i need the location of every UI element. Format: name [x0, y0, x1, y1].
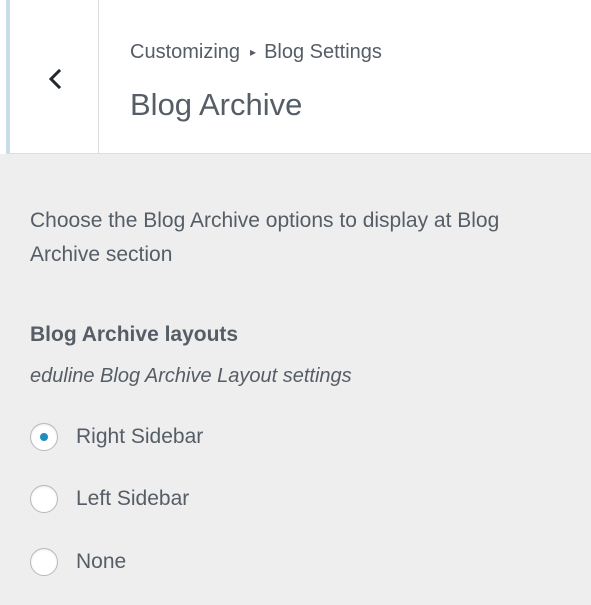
breadcrumb: Customizing ▸ Blog Settings — [130, 40, 382, 64]
chevron-left-icon — [48, 68, 62, 90]
radio-button-left-sidebar[interactable] — [30, 485, 58, 513]
back-button[interactable] — [6, 0, 99, 153]
radio-option-right-sidebar[interactable]: Right Sidebar — [30, 420, 203, 454]
breadcrumb-separator-icon: ▸ — [250, 45, 257, 59]
radio-option-left-sidebar[interactable]: Left Sidebar — [30, 482, 189, 516]
radio-label-right-sidebar: Right Sidebar — [76, 425, 204, 448]
radio-button-right-sidebar[interactable] — [30, 423, 58, 451]
breadcrumb-section: Blog Settings — [264, 41, 382, 63]
control-description: eduline Blog Archive Layout settings — [30, 365, 352, 387]
breadcrumb-root: Customizing — [130, 41, 241, 63]
section-description: Choose the Blog Archive options to displ… — [30, 209, 500, 266]
section-title: Blog Archive — [130, 87, 303, 122]
radio-label-none: None — [76, 550, 127, 573]
control-title: Blog Archive layouts — [30, 323, 239, 346]
customizer-panel: Customizing ▸ Blog Settings Blog Archive C… — [0, 0, 591, 605]
radio-option-none[interactable]: None — [30, 545, 126, 579]
radio-button-none[interactable] — [30, 548, 58, 576]
section-header: Customizing ▸ Blog Settings Blog Archive — [0, 0, 591, 154]
radio-label-left-sidebar: Left Sidebar — [76, 487, 190, 510]
